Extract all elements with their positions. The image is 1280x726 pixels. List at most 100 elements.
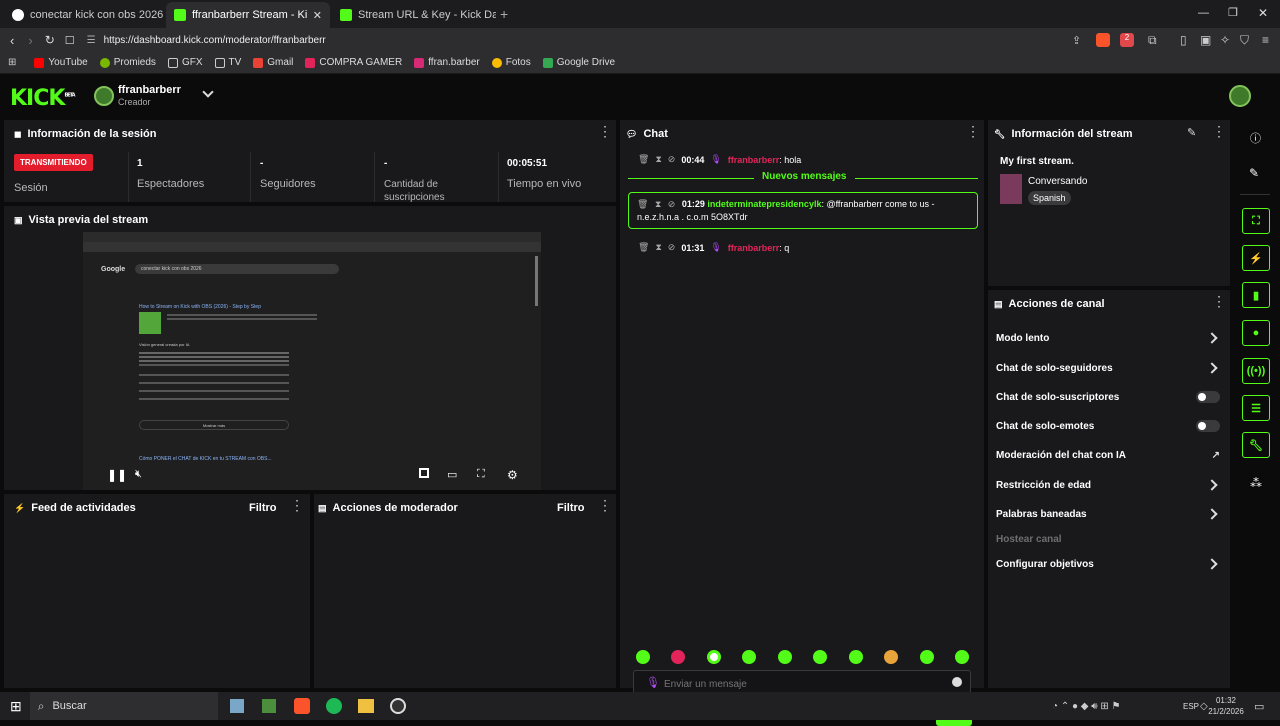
ban-icon[interactable]: ⊘ (668, 154, 676, 165)
more-options-icon[interactable]: ⋮ (598, 124, 612, 138)
clock[interactable]: 01:32 21/2/2026 (1205, 695, 1247, 717)
emote-icon[interactable] (778, 650, 792, 664)
rail-activity-button[interactable]: ⚡ (1242, 245, 1270, 271)
pip-icon[interactable] (419, 468, 429, 478)
chat-input[interactable] (664, 674, 944, 694)
bookmark-icon[interactable]: ☐ (65, 34, 75, 47)
menu-ai-moderation[interactable]: Moderación del chat con IA ↗ (996, 445, 1220, 465)
emote-icon[interactable] (742, 650, 756, 664)
emote-icon[interactable] (671, 650, 685, 664)
obs-icon[interactable] (389, 698, 406, 714)
taskview-icon[interactable] (229, 699, 244, 713)
rail-notes-button[interactable]: ▮ (1242, 282, 1270, 308)
extensions-icon[interactable]: ⧉ (1148, 33, 1157, 48)
message-user[interactable]: ffranbarberr (728, 243, 780, 253)
edit-pencil-icon[interactable]: ✎ (1187, 126, 1196, 139)
channel-switch-chevron-icon[interactable] (202, 86, 214, 98)
rail-chat-button[interactable]: ● (1242, 320, 1270, 346)
bookmark-instagram[interactable]: ffran.barber (414, 57, 480, 68)
theater-mode-icon[interactable]: ▭ (447, 468, 457, 481)
bookmark-drive[interactable]: Google Drive (542, 57, 615, 68)
maximize-icon[interactable]: ❐ (1228, 6, 1238, 19)
apps-grid-icon[interactable]: ⊞ (8, 57, 16, 68)
language-indicator[interactable]: ESP (1183, 702, 1199, 711)
message-user[interactable]: ffranbarberr (728, 155, 780, 165)
bookmark-compragamer[interactable]: COMPRA GAMER (305, 57, 402, 68)
menu-banned-words[interactable]: Palabras baneadas (996, 504, 1220, 524)
delete-icon[interactable]: 🗑︎ (638, 154, 649, 165)
brave-rewards-icon[interactable]: 2 (1120, 33, 1134, 47)
forward-icon[interactable]: › (28, 33, 32, 48)
rail-mod-actions-button[interactable]: ☰ (1242, 395, 1270, 421)
brave-shield-icon[interactable] (1096, 33, 1110, 47)
vpn-icon[interactable]: ⛉ (1240, 33, 1249, 48)
bookmark-gmail[interactable]: Gmail (253, 57, 293, 68)
bookmark-youtube[interactable]: YouTube (34, 57, 88, 68)
more-options-icon[interactable]: ⋮ (966, 124, 980, 138)
tab-google-search[interactable]: conectar kick con obs 2026 - Buscar (4, 2, 164, 28)
rail-broadcast-button[interactable]: ((•)) (1242, 358, 1270, 384)
kick-logo[interactable]: KICKBETA (10, 86, 76, 111)
more-options-icon[interactable]: ⋮ (290, 498, 304, 512)
stream-video[interactable]: Google conectar kick con obs 2026 How to… (83, 232, 541, 490)
settings-gear-icon[interactable]: ⚙ (507, 468, 518, 482)
rail-stream-info-button[interactable]: 🔧︎ (1242, 432, 1270, 458)
profile-avatar[interactable] (1229, 85, 1251, 107)
rail-screenshot-button[interactable]: ⛶ (1242, 208, 1270, 234)
app-icon[interactable] (261, 699, 276, 713)
close-window-icon[interactable]: ✕ (1258, 6, 1268, 20)
wallet-icon[interactable]: ▣ (1200, 33, 1211, 47)
message-user[interactable]: indeterminatepresidencylk (707, 199, 821, 209)
emote-icon[interactable] (849, 650, 863, 664)
back-icon[interactable]: ‹ (10, 33, 14, 48)
emoji-picker-icon[interactable] (952, 677, 962, 687)
add-widget-icon[interactable]: ⁂ (1250, 476, 1262, 490)
emote-icon[interactable] (920, 650, 934, 664)
ban-icon[interactable]: ⊘ (668, 199, 676, 209)
site-info-icon[interactable]: ☰ (87, 35, 96, 46)
menu-icon[interactable]: ≡ (1262, 33, 1269, 47)
url-field[interactable]: https://dashboard.kick.com/moderator/ffr… (104, 35, 326, 46)
emote-icon[interactable] (955, 650, 969, 664)
emotes-only-toggle[interactable] (1196, 420, 1220, 432)
emote-icon[interactable] (636, 650, 650, 664)
tray-icons[interactable]: ◔ ⌃ ● ◆ 🔊︎ ⊞ ⚑ (1052, 701, 1120, 712)
info-circle-icon[interactable]: ⓘ (1250, 130, 1261, 146)
brave-icon[interactable] (293, 698, 310, 714)
tab-stream-key[interactable]: Stream URL & Key - Kick Dashboard (332, 2, 496, 28)
stream-category[interactable]: Conversando (1028, 176, 1087, 187)
mod-filter-button[interactable]: Filtro (557, 502, 585, 514)
more-options-icon[interactable]: ⋮ (1212, 294, 1226, 308)
chat-message[interactable]: 🗑︎ ⧗ ⊘ 00:44 🎙︎ ffranbarberr: hola (638, 154, 801, 165)
menu-goals[interactable]: Configurar objetivos (996, 554, 1220, 574)
more-options-icon[interactable]: ⋮ (1212, 124, 1226, 138)
mute-icon[interactable]: 🔇︎ (135, 468, 142, 481)
windows-start-icon[interactable]: ⊞ (10, 698, 22, 715)
subscribers-only-toggle[interactable] (1196, 391, 1220, 403)
timeout-icon[interactable]: ⧗ (655, 154, 661, 165)
file-explorer-icon[interactable] (357, 699, 374, 713)
leo-ai-icon[interactable]: ✧ (1220, 33, 1230, 47)
menu-age-restriction[interactable]: Restricción de edad (996, 475, 1220, 495)
more-options-icon[interactable]: ⋮ (598, 498, 612, 512)
sidebar-toggle-icon[interactable]: ▯ (1180, 33, 1187, 47)
timeout-icon[interactable]: ⧗ (655, 242, 661, 253)
bookmark-fotos[interactable]: Fotos (491, 57, 531, 68)
new-tab-icon[interactable]: + (500, 6, 508, 22)
avatar[interactable] (94, 86, 114, 106)
emote-icon[interactable] (884, 650, 898, 664)
reload-icon[interactable]: ↻ (45, 33, 55, 47)
bookmark-promieds[interactable]: Promieds (99, 57, 156, 68)
delete-icon[interactable]: 🗑︎ (637, 199, 648, 209)
pause-icon[interactable]: ❚❚ (107, 468, 127, 482)
bookmark-gfx[interactable]: GFX (167, 57, 203, 68)
chat-message-highlighted[interactable]: 🗑︎ ⧗ ⊘ 01:29 indeterminatepresidencylk: … (628, 192, 978, 229)
emote-icon[interactable] (813, 650, 827, 664)
ban-icon[interactable]: ⊘ (668, 242, 676, 253)
share-icon[interactable]: ⇪ (1072, 34, 1081, 47)
menu-slow-mode[interactable]: Modo lento (996, 328, 1220, 348)
fullscreen-icon[interactable]: ⛶ (477, 468, 485, 481)
minimize-icon[interactable]: — (1198, 7, 1209, 19)
tab-kick-dashboard[interactable]: ffranbarberr Stream - Kick Dashb ✕ (166, 2, 330, 28)
edit-pencil-icon[interactable]: ✎ (1249, 166, 1259, 180)
